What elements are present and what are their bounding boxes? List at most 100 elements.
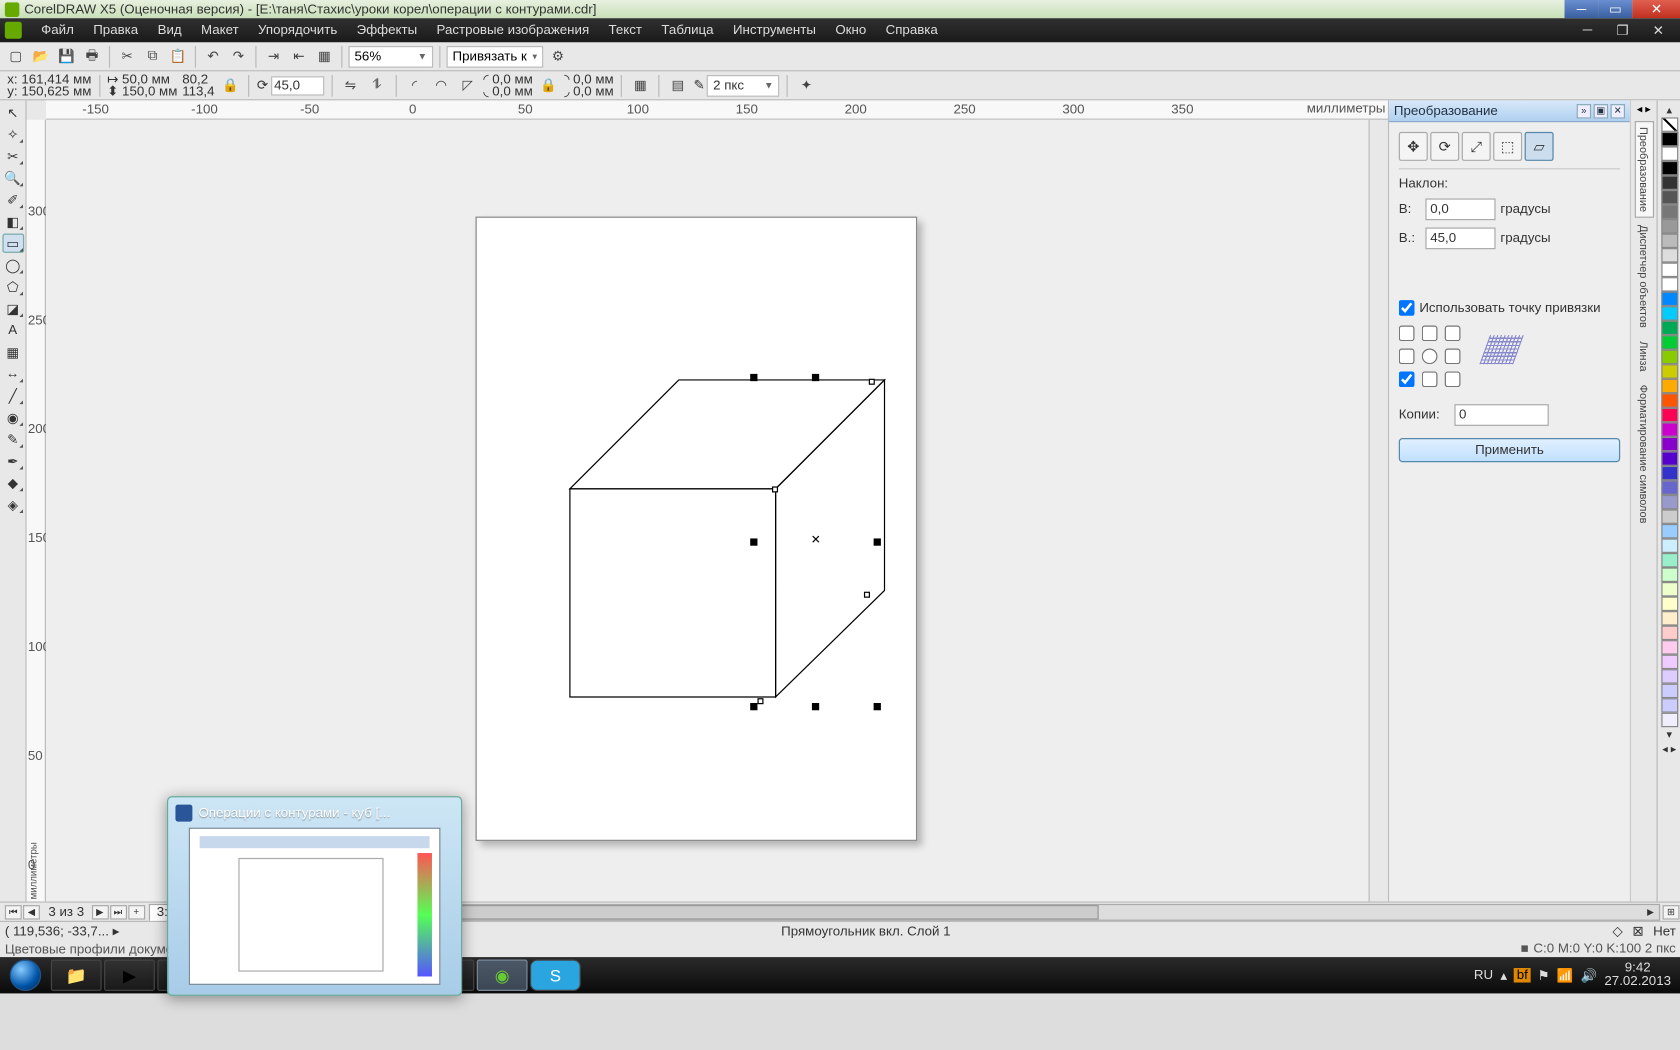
maximize-button[interactable]: ▭ [1598,0,1632,18]
menu-layout[interactable]: Макет [191,23,248,38]
app-menu-icon[interactable] [5,22,22,39]
color-swatch[interactable] [1661,698,1678,713]
handle[interactable] [750,538,757,545]
menu-help[interactable]: Справка [876,23,948,38]
shape-tool[interactable]: ✧ [2,125,24,144]
color-swatch[interactable] [1661,684,1678,699]
cut-icon[interactable]: ✂ [116,45,138,67]
page-add-icon[interactable]: + [128,904,145,919]
outline-tool[interactable]: ✒ [2,451,24,470]
color-swatch[interactable] [1661,263,1678,278]
taskbar-thumbnail[interactable]: Операции с контурами - куб [... [167,796,462,996]
crop-tool[interactable]: ✂ [2,146,24,165]
zoom-tool[interactable]: 🔍 [2,168,24,187]
canvas-viewport[interactable]: ✕ [46,120,1369,902]
print-icon[interactable]: 🖶 [81,45,103,67]
tab-transformation[interactable]: Преобразование [1634,121,1653,218]
menu-arrange[interactable]: Упорядочить [248,23,347,38]
anchor-grid[interactable] [1399,325,1461,387]
tray-volume-icon[interactable]: 🔊 [1581,967,1598,983]
fill-none-icon[interactable]: ⊠ [1632,923,1643,939]
menu-window[interactable]: Окно [826,23,876,38]
relative-corner-icon[interactable]: ▦ [629,74,651,96]
color-swatch[interactable] [1661,321,1678,336]
color-swatch[interactable] [1661,219,1678,234]
node[interactable] [869,379,875,385]
menu-edit[interactable]: Правка [84,23,148,38]
open-icon[interactable]: 📂 [30,45,52,67]
color-swatch[interactable] [1661,466,1678,481]
color-swatch[interactable] [1661,335,1678,350]
color-swatch[interactable] [1661,364,1678,379]
tray-up-icon[interactable]: ▴ [1500,967,1507,983]
menu-table[interactable]: Таблица [652,23,724,38]
rectangle-tool[interactable]: ▭ [2,234,24,253]
ellipse-tool[interactable]: ◯ [2,255,24,274]
dimension-tool[interactable]: ↔ [2,364,24,383]
tab-object-manager[interactable]: Диспетчер объектов [1634,219,1653,334]
freehand-tool[interactable]: ✐ [2,190,24,209]
apply-button[interactable]: Применить [1399,438,1620,462]
node[interactable] [864,592,870,598]
menu-view[interactable]: Вид [148,23,191,38]
page-last-icon[interactable]: ⏭ [110,904,127,919]
color-swatch[interactable] [1661,495,1678,510]
color-swatch[interactable] [1661,509,1678,524]
tray-lang[interactable]: RU [1474,968,1493,983]
basic-shapes-tool[interactable]: ◪ [2,299,24,318]
node[interactable] [757,698,763,704]
corner-scallop-icon[interactable]: ◠ [430,74,452,96]
prop-y[interactable]: 150,625 мм [21,84,91,99]
color-swatch[interactable] [1661,538,1678,553]
copies-input[interactable]: 0 [1454,404,1548,426]
start-button[interactable] [2,958,48,992]
redo-icon[interactable]: ↷ [227,45,249,67]
color-swatch[interactable] [1661,393,1678,408]
tray-network-icon[interactable]: 📶 [1557,967,1574,983]
interactive-fill-tool[interactable]: ◈ [2,495,24,514]
mdi-minimize[interactable]: ─ [1573,22,1602,38]
lock-ratio-icon[interactable]: 🔒 [219,74,241,96]
color-swatch[interactable] [1661,292,1678,307]
prop-angle[interactable]: 45,0 [270,76,323,95]
color-swatch[interactable] [1661,553,1678,568]
color-swatch[interactable] [1661,422,1678,437]
color-swatch[interactable] [1661,379,1678,394]
vertical-scrollbar[interactable] [1369,120,1388,902]
fill-indicator-icon[interactable]: ◇ [1612,923,1622,939]
to-curves-icon[interactable]: ✦ [795,74,817,96]
handle[interactable] [812,703,819,710]
eyedropper-tool[interactable]: ✎ [2,430,24,449]
color-swatch[interactable] [1661,408,1678,423]
task-skype[interactable]: S [530,960,581,991]
color-swatch[interactable] [1661,655,1678,670]
prop-r4[interactable]: 0,0 мм [573,84,614,99]
publish-icon[interactable]: ▦ [313,45,335,67]
center-marker[interactable]: ✕ [811,534,821,547]
pick-tool[interactable]: ↖ [2,103,24,122]
handle[interactable] [812,374,819,381]
node[interactable] [772,486,778,492]
mirror-v-icon[interactable]: ⥮ [366,74,388,96]
docker-close-icon[interactable]: ✕ [1611,103,1626,118]
color-swatch[interactable] [1661,713,1678,728]
minimize-button[interactable]: ─ [1565,0,1599,18]
menu-tools[interactable]: Инструменты [723,23,825,38]
palette-down-icon[interactable]: ▾ [1658,727,1680,742]
docker-nav-up[interactable]: ◂ ▸ [1637,103,1651,120]
page-first-icon[interactable]: ⏮ [5,904,22,919]
tray-bf-icon[interactable]: bf [1514,968,1530,983]
color-swatch[interactable] [1661,669,1678,684]
connector-tool[interactable]: ╱ [2,386,24,405]
snap-combo[interactable]: Привязать к▾ [446,45,543,67]
task-coreldraw[interactable]: ◉ [477,960,528,991]
transform-rotate-icon[interactable]: ⟳ [1430,132,1459,161]
prop-r2[interactable]: 0,0 мм [492,84,533,99]
docker-collapse-icon[interactable]: ▣ [1594,103,1609,118]
menu-effects[interactable]: Эффекты [347,23,427,38]
tab-lens[interactable]: Линза [1634,335,1653,377]
mdi-restore[interactable]: ❐ [1607,22,1638,38]
corner-round-icon[interactable]: ◜ [404,74,426,96]
color-swatch[interactable] [1661,190,1678,205]
undo-icon[interactable]: ↶ [202,45,224,67]
